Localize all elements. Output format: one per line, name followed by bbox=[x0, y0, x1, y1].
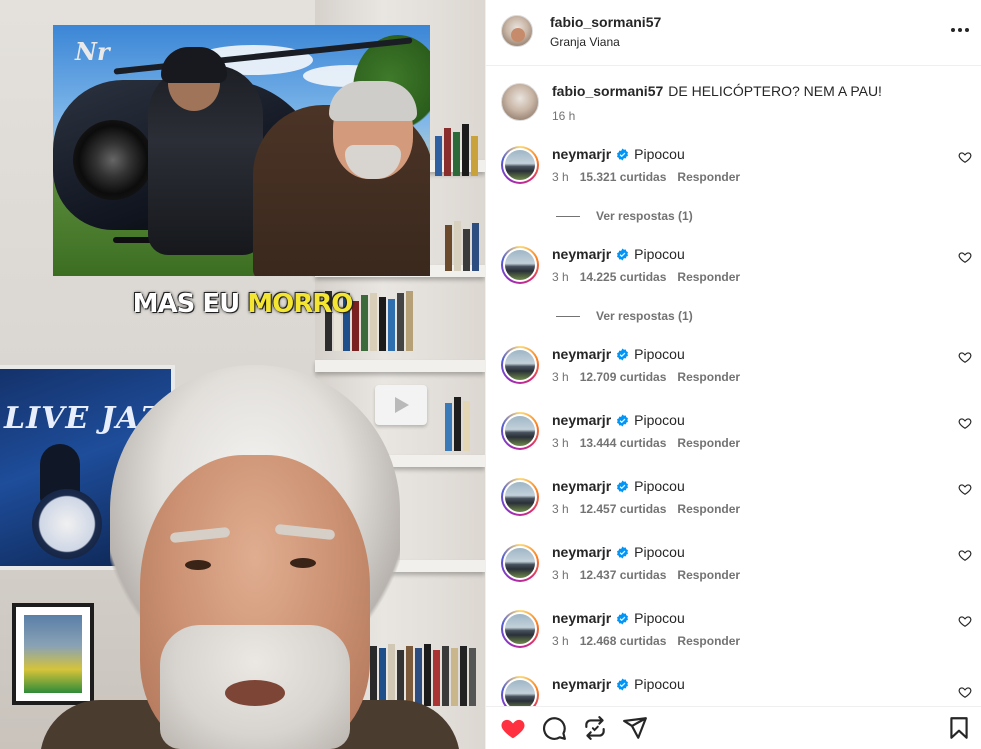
comment-avatar[interactable] bbox=[501, 676, 539, 706]
comment-text: Pipocou bbox=[634, 676, 685, 692]
comment-avatar[interactable] bbox=[501, 412, 539, 450]
comment-text: Pipocou bbox=[634, 478, 685, 494]
comment-likes[interactable]: 14.225 curtidas bbox=[580, 270, 667, 284]
comment-text: Pipocou bbox=[634, 610, 685, 626]
comment-username[interactable]: neymarjr bbox=[552, 610, 611, 626]
heart-filled-icon[interactable] bbox=[500, 715, 526, 741]
comment-username[interactable]: neymarjr bbox=[552, 478, 611, 494]
heart-outline-icon[interactable] bbox=[958, 416, 972, 430]
embedded-thumbnail: Nr bbox=[53, 25, 430, 276]
comment-avatar[interactable] bbox=[501, 610, 539, 648]
heart-outline-icon[interactable] bbox=[958, 150, 972, 164]
comment-avatar[interactable] bbox=[501, 246, 539, 284]
video-caption-highlight: MORRO bbox=[247, 289, 353, 319]
reply-button[interactable]: Responder bbox=[677, 436, 740, 450]
comment-time[interactable]: 3 h bbox=[552, 270, 569, 284]
repost-icon[interactable] bbox=[582, 715, 608, 741]
heart-outline-icon[interactable] bbox=[958, 685, 972, 699]
comment-time[interactable]: 3 h bbox=[552, 634, 569, 648]
comment-likes[interactable]: 12.709 curtidas bbox=[580, 370, 667, 384]
comment-likes[interactable]: 13.444 curtidas bbox=[580, 436, 667, 450]
post-header: fabio_sormani57 Granja Viana bbox=[486, 0, 981, 66]
reply-button[interactable]: Responder bbox=[677, 370, 740, 384]
comment-username[interactable]: neymarjr bbox=[552, 676, 611, 692]
comment-text: Pipocou bbox=[634, 146, 685, 162]
comment-likes[interactable]: 12.437 curtidas bbox=[580, 568, 667, 582]
comment-avatar[interactable] bbox=[501, 544, 539, 582]
reply-button[interactable]: Responder bbox=[677, 634, 740, 648]
comment-username[interactable]: neymarjr bbox=[552, 544, 611, 560]
reply-button[interactable]: Responder bbox=[677, 170, 740, 184]
caption-avatar[interactable] bbox=[501, 83, 539, 121]
more-options-icon[interactable] bbox=[948, 18, 972, 42]
comment-text: Pipocou bbox=[634, 544, 685, 560]
comment-text: Pipocou bbox=[634, 412, 685, 428]
video-caption-prefix: MAS EU bbox=[132, 289, 248, 319]
thumbnail-logo: Nr bbox=[75, 37, 110, 66]
heart-outline-icon[interactable] bbox=[958, 350, 972, 364]
verified-badge-icon bbox=[617, 480, 629, 492]
comment-likes[interactable]: 15.321 curtidas bbox=[580, 170, 667, 184]
comment-username[interactable]: neymarjr bbox=[552, 146, 611, 162]
comment-time[interactable]: 3 h bbox=[552, 170, 569, 184]
video-caption: MAS EU MORRO bbox=[0, 289, 485, 319]
verified-badge-icon bbox=[617, 148, 629, 160]
verified-badge-icon bbox=[617, 546, 629, 558]
comment-username[interactable]: neymarjr bbox=[552, 412, 611, 428]
verified-badge-icon bbox=[617, 612, 629, 624]
comments-list[interactable]: fabio_sormani57 DE HELICÓPTERO? NEM A PAU… bbox=[486, 66, 981, 706]
caption-username[interactable]: fabio_sormani57 bbox=[552, 83, 663, 99]
comment-text: Pipocou bbox=[634, 246, 685, 262]
verified-badge-icon bbox=[617, 414, 629, 426]
comment-avatar[interactable] bbox=[501, 478, 539, 516]
send-icon[interactable] bbox=[622, 715, 648, 741]
author-avatar[interactable] bbox=[501, 15, 533, 47]
reply-button[interactable]: Responder bbox=[677, 502, 740, 516]
comment-icon[interactable] bbox=[541, 715, 567, 741]
heart-outline-icon[interactable] bbox=[958, 250, 972, 264]
reply-button[interactable]: Responder bbox=[677, 270, 740, 284]
verified-badge-icon bbox=[617, 248, 629, 260]
verified-badge-icon bbox=[617, 678, 629, 690]
author-username[interactable]: fabio_sormani57 bbox=[550, 14, 661, 30]
view-replies-button[interactable]: Ver respostas (1) bbox=[556, 209, 693, 223]
comment-time[interactable]: 3 h bbox=[552, 502, 569, 516]
reply-button[interactable]: Responder bbox=[677, 568, 740, 582]
caption-text: DE HELICÓPTERO? NEM A PAU! bbox=[668, 83, 882, 99]
comment-time[interactable]: 3 h bbox=[552, 370, 569, 384]
comment-time[interactable]: 3 h bbox=[552, 436, 569, 450]
post-location[interactable]: Granja Viana bbox=[550, 35, 620, 49]
comment-likes[interactable]: 12.468 curtidas bbox=[580, 634, 667, 648]
play-button-plaque bbox=[375, 385, 427, 425]
bookmark-icon[interactable] bbox=[946, 715, 972, 741]
heart-outline-icon[interactable] bbox=[958, 482, 972, 496]
presenter-mouth bbox=[225, 680, 285, 706]
view-replies-button[interactable]: Ver respostas (1) bbox=[556, 309, 693, 323]
caption-time[interactable]: 16 h bbox=[552, 109, 575, 123]
post-media[interactable]: LIVE JAZ Nr MAS EU MORRO bbox=[0, 0, 485, 749]
comment-text: Pipocou bbox=[634, 346, 685, 362]
action-bar bbox=[486, 706, 981, 749]
comment-avatar[interactable] bbox=[501, 346, 539, 384]
comment-username[interactable]: neymarjr bbox=[552, 346, 611, 362]
post-panel: fabio_sormani57 Granja Viana fabio_sorma… bbox=[485, 0, 981, 749]
comment-avatar[interactable] bbox=[501, 146, 539, 184]
comment-time[interactable]: 3 h bbox=[552, 568, 569, 582]
framed-photo bbox=[12, 603, 94, 705]
comment-likes[interactable]: 12.457 curtidas bbox=[580, 502, 667, 516]
heart-outline-icon[interactable] bbox=[958, 548, 972, 562]
comment-username[interactable]: neymarjr bbox=[552, 246, 611, 262]
verified-badge-icon bbox=[617, 348, 629, 360]
heart-outline-icon[interactable] bbox=[958, 614, 972, 628]
